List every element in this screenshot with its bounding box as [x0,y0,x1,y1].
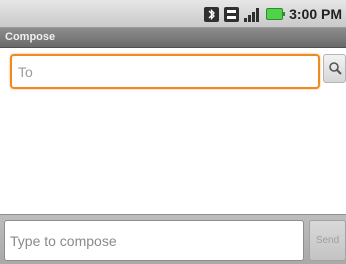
bluetooth-icon [204,6,220,22]
page-title: Compose [5,31,56,43]
status-bar: 3:00 PM [0,0,346,28]
compose-field[interactable] [4,220,304,261]
clock: 3:00 PM [289,6,342,22]
signal-strength-icon [244,7,261,22]
status-icons: 3:00 PM [204,4,342,24]
recipient-input[interactable] [18,62,308,82]
data-activity-icon [224,6,240,22]
magnifier-icon [329,62,342,75]
title-bar: Compose [0,28,346,48]
compose-input[interactable] [10,231,295,251]
recipient-field[interactable] [10,54,320,89]
compose-bar: Send [0,214,346,264]
contact-search-button[interactable] [323,54,346,83]
send-button[interactable]: Send [309,220,346,261]
battery-icon [266,8,286,20]
